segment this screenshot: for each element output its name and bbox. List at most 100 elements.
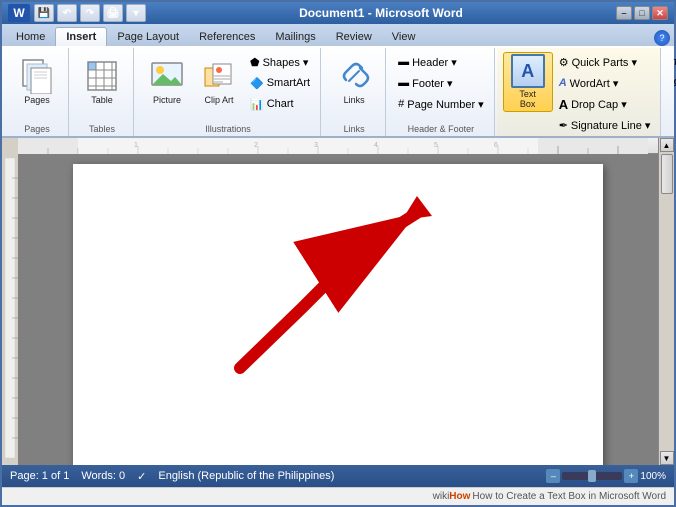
wordart-label: WordArt ▾: [570, 77, 619, 90]
group-header-footer: ▬ Header ▾ ▬ Footer ▾ # Page Number ▾ He…: [388, 48, 495, 136]
tab-mailings[interactable]: Mailings: [265, 28, 325, 46]
symbols-small-col: π Equation ▾ Ω Symbol ▾: [669, 52, 676, 93]
drop-cap-icon: A: [559, 97, 568, 112]
tab-references[interactable]: References: [189, 28, 265, 46]
ribbon-tabs: Home Insert Page Layout References Maili…: [2, 24, 674, 46]
group-tables: Table Tables: [71, 48, 134, 136]
group-links: Links Links: [323, 48, 386, 136]
symbol-button[interactable]: Ω Symbol ▾: [669, 73, 676, 93]
tab-view[interactable]: View: [382, 28, 426, 46]
header-button[interactable]: ▬ Header ▾: [394, 52, 488, 72]
quick-access-extra[interactable]: ▾: [126, 4, 146, 22]
help-button[interactable]: ?: [654, 30, 670, 46]
text-box-graphic: A: [511, 54, 545, 88]
tab-home[interactable]: Home: [6, 28, 55, 46]
clip-art-button[interactable]: Clip Art: [194, 52, 244, 112]
group-illustrations-label: Illustrations: [142, 122, 314, 136]
shapes-icon: ⬟: [250, 56, 260, 69]
text-box-icon: A: [510, 54, 546, 88]
footer-icon: ▬: [398, 77, 409, 89]
status-bar: Page: 1 of 1 Words: 0 ✓ English (Republi…: [2, 465, 674, 487]
picture-button[interactable]: Picture: [142, 52, 192, 112]
quick-parts-button[interactable]: ⚙ Quick Parts ▾: [555, 52, 655, 72]
equation-button[interactable]: π Equation ▾: [669, 52, 676, 72]
clip-art-label: Clip Art: [204, 96, 233, 106]
document-area: 1 2 3 4 5 6 ▲ ▼: [2, 138, 674, 465]
status-left: Page: 1 of 1 Words: 0 ✓ English (Republi…: [10, 470, 334, 483]
zoom-slider-thumb[interactable]: [588, 470, 596, 482]
clip-art-icon: [201, 58, 237, 94]
wikihow-how: How: [449, 491, 470, 502]
table-icon: [84, 58, 120, 94]
illustrations-small-col: ⬟ Shapes ▾ 🔷 SmartArt 📊 Chart: [246, 52, 314, 114]
text-box-button[interactable]: A TextBox: [503, 52, 553, 112]
scroll-thumb[interactable]: [661, 154, 673, 194]
group-links-content: Links: [329, 50, 379, 122]
document-page[interactable]: [73, 164, 603, 465]
doc-scroll-area[interactable]: [18, 154, 658, 465]
text-box-label: TextBox: [519, 90, 536, 110]
signature-icon: ✒: [559, 119, 568, 132]
close-button[interactable]: ✕: [652, 6, 668, 20]
group-hf-content: ▬ Header ▾ ▬ Footer ▾ # Page Number ▾: [394, 50, 488, 122]
zoom-level: 100%: [640, 471, 666, 482]
window-controls: – □ ✕: [616, 6, 668, 20]
footer-label: Footer ▾: [412, 77, 452, 90]
quick-access-print[interactable]: 🖨: [103, 4, 123, 22]
group-pages-label: Pages: [12, 122, 62, 136]
group-tables-content: Table: [77, 50, 127, 122]
quick-access-save[interactable]: 💾: [34, 4, 54, 22]
tab-review[interactable]: Review: [326, 28, 382, 46]
scrollbar-right: ▲ ▼: [658, 138, 674, 465]
chart-icon: 📊: [250, 98, 264, 111]
pages-button[interactable]: Pages: [12, 52, 62, 112]
shapes-button[interactable]: ⬟ Shapes ▾: [246, 52, 314, 72]
minimize-button[interactable]: –: [616, 6, 632, 20]
header-icon: ▬: [398, 56, 409, 68]
zoom-out-button[interactable]: –: [546, 469, 560, 483]
chart-button[interactable]: 📊 Chart: [246, 94, 314, 114]
wordart-icon: A: [559, 77, 567, 89]
quick-access-undo[interactable]: ↶: [57, 4, 77, 22]
group-links-label: Links: [329, 122, 379, 136]
zoom-slider[interactable]: [562, 472, 622, 480]
pages-icon: [19, 58, 55, 94]
zoom-in-button[interactable]: +: [624, 469, 638, 483]
drop-cap-label: Drop Cap ▾: [571, 98, 627, 111]
shapes-label: Shapes ▾: [263, 56, 309, 69]
quick-parts-icon: ⚙: [559, 56, 569, 69]
tab-page-layout[interactable]: Page Layout: [107, 28, 189, 46]
scroll-down-button[interactable]: ▼: [660, 451, 674, 465]
group-illustrations-content: Picture Clip Art: [142, 50, 314, 122]
maximize-button[interactable]: □: [634, 6, 650, 20]
ruler-left: [2, 138, 18, 465]
page-number-icon: #: [398, 98, 404, 110]
title-bar-left: W 💾 ↶ ↷ 🖨 ▾: [8, 4, 146, 22]
table-label: Table: [91, 96, 113, 106]
scroll-up-button[interactable]: ▲: [660, 138, 674, 152]
page-number-label: Page Number ▾: [407, 98, 483, 111]
group-symbols-label: Symbols: [669, 122, 676, 136]
group-tables-label: Tables: [77, 122, 127, 136]
smartart-button[interactable]: 🔷 SmartArt: [246, 73, 314, 93]
group-symbols: π Equation ▾ Ω Symbol ▾ Symbols: [663, 48, 676, 136]
wordart-button[interactable]: A WordArt ▾: [555, 73, 655, 93]
window-title: Document1 - Microsoft Word: [299, 6, 463, 20]
tab-insert[interactable]: Insert: [55, 27, 107, 46]
footer-button[interactable]: ▬ Footer ▾: [394, 73, 488, 93]
title-bar: W 💾 ↶ ↷ 🖨 ▾ Document1 - Microsoft Word –…: [2, 2, 674, 24]
word-count: Words: 0: [81, 470, 125, 482]
page-number-button[interactable]: # Page Number ▾: [394, 94, 488, 114]
status-right: – + 100%: [546, 469, 666, 483]
links-label: Links: [344, 96, 365, 106]
signature-line-button[interactable]: ✒ Signature Line ▾: [555, 115, 655, 135]
drop-cap-button[interactable]: A Drop Cap ▾: [555, 94, 655, 114]
quick-access-redo[interactable]: ↷: [80, 4, 100, 22]
wikihow-prefix: wiki: [433, 491, 450, 502]
links-button[interactable]: Links: [329, 52, 379, 112]
picture-icon: [149, 58, 185, 94]
quick-parts-label: Quick Parts ▾: [572, 56, 637, 69]
signature-label: Signature Line ▾: [571, 119, 651, 132]
group-text: A TextBox ⚙ Quick Parts ▾ A WordArt ▾ A: [497, 48, 662, 136]
table-button[interactable]: Table: [77, 52, 127, 112]
